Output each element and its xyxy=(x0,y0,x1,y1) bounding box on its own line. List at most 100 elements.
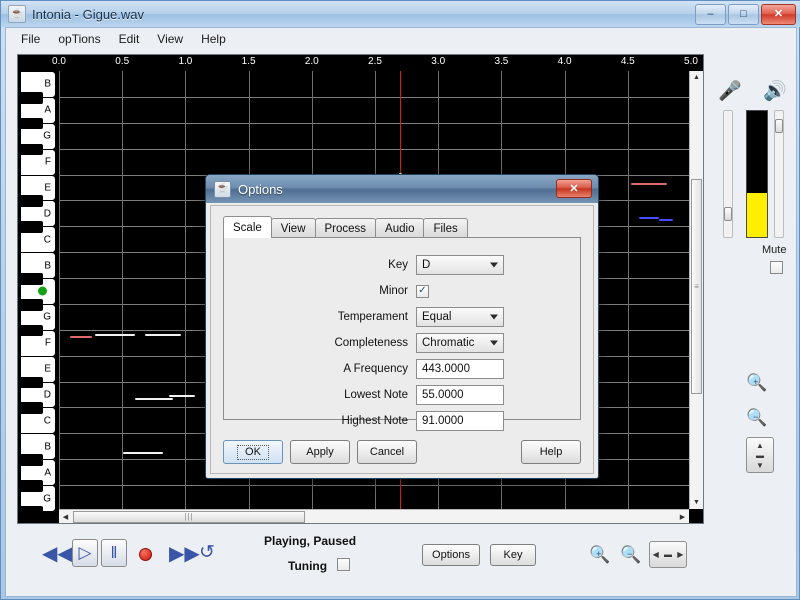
pitch-trace xyxy=(95,334,135,336)
ruler-tick: 4.5 xyxy=(620,56,635,67)
options-dialog[interactable]: ☕ Options ✕ Scale View Process Audio Fil… xyxy=(205,174,599,479)
piano-key-black[interactable] xyxy=(20,506,43,518)
zoom-in-icon[interactable]: 🔍+ xyxy=(746,374,772,391)
piano-key-black[interactable] xyxy=(20,91,43,104)
ruler-tick: 0.0 xyxy=(52,56,66,67)
piano-key-black[interactable] xyxy=(20,273,43,285)
tab-audio[interactable]: Audio xyxy=(375,218,425,238)
window-titlebar: ☕ Intonia - Gigue.wav – □ ✕ xyxy=(1,1,800,27)
fit-right-arrow: ▶ xyxy=(677,550,684,559)
highest-note-input[interactable]: 91.0000 xyxy=(416,411,504,431)
piano-key-black[interactable] xyxy=(20,195,43,208)
tab-view[interactable]: View xyxy=(270,218,316,238)
piano-key-label: A xyxy=(44,104,51,116)
apply-button[interactable]: Apply xyxy=(290,440,350,464)
zoom-out-icon-horizontal[interactable]: 🔍− xyxy=(620,546,646,563)
piano-key-black[interactable] xyxy=(20,480,43,492)
key-value: D xyxy=(422,259,431,271)
dialog-close-button[interactable]: ✕ xyxy=(556,179,592,198)
piano-key-black[interactable] xyxy=(20,221,43,233)
piano-key-black[interactable] xyxy=(20,298,43,311)
piano-key-black[interactable] xyxy=(20,402,43,415)
tab-scale[interactable]: Scale xyxy=(223,216,272,238)
piano-key-black[interactable] xyxy=(20,117,43,130)
rewind-button[interactable]: ◀◀ xyxy=(42,544,73,564)
menu-options[interactable]: opTions xyxy=(49,31,109,47)
piano-key-black[interactable] xyxy=(20,376,43,389)
minimize-button[interactable]: – xyxy=(695,4,726,25)
vertical-scroll-thumb[interactable]: ≡ xyxy=(691,179,702,394)
ruler-tick: 5.0 xyxy=(684,56,698,67)
temperament-label: Temperament xyxy=(337,311,408,323)
tuning-checkbox[interactable] xyxy=(337,558,350,571)
menu-edit[interactable]: Edit xyxy=(110,31,149,47)
close-icon: ✕ xyxy=(773,8,784,20)
piano-key-black[interactable] xyxy=(20,324,43,337)
fit-vertical-icon[interactable]: ▲ ▬ ▼ xyxy=(746,437,774,473)
piano-key-black[interactable] xyxy=(20,454,43,466)
piano-key-label: D xyxy=(43,389,51,401)
field-row-lowest-note: Lowest Note 55.0000 xyxy=(224,385,580,405)
vertical-scrollbar[interactable]: ▲ ≡ ▼ xyxy=(689,71,703,509)
scroll-down-arrow[interactable]: ▼ xyxy=(690,496,703,509)
scale-tab-panel: Key D Minor ✓ Temperament Equal Complete… xyxy=(223,237,581,431)
pitch-trace xyxy=(145,334,181,336)
piano-keyboard[interactable]: B A G F E D C B G F E D C B A G xyxy=(18,71,58,523)
dialog-title: Options xyxy=(238,181,283,197)
completeness-label: Completeness xyxy=(334,337,408,349)
mic-slider-thumb[interactable] xyxy=(724,207,732,221)
java-coffee-cup-icon: ☕ xyxy=(8,5,26,23)
pause-button[interactable]: ‖ xyxy=(101,539,127,567)
key-select[interactable]: D xyxy=(416,255,504,275)
minor-label: Minor xyxy=(379,285,408,297)
pitch-trace xyxy=(631,183,667,185)
cancel-button[interactable]: Cancel xyxy=(357,440,417,464)
completeness-select[interactable]: Chromatic xyxy=(416,333,504,353)
scroll-left-arrow[interactable]: ◀ xyxy=(59,510,72,523)
window-title: Intonia - Gigue.wav xyxy=(32,6,145,22)
lowest-note-input[interactable]: 55.0000 xyxy=(416,385,504,405)
menu-help[interactable]: Help xyxy=(192,31,235,47)
a-frequency-label: A Frequency xyxy=(343,363,408,375)
window-frame: ☕ Intonia - Gigue.wav – □ ✕ File opTions xyxy=(0,0,800,600)
zoom-out-icon[interactable]: 🔍− xyxy=(746,409,772,426)
grid-line-horizontal xyxy=(59,485,689,486)
field-row-temperament: Temperament Equal xyxy=(224,307,580,327)
scroll-up-arrow[interactable]: ▲ xyxy=(690,71,703,84)
scroll-right-arrow[interactable]: ▶ xyxy=(676,510,689,523)
mute-checkbox[interactable] xyxy=(770,261,783,274)
temperament-select[interactable]: Equal xyxy=(416,307,504,327)
piano-key-label: B xyxy=(44,260,51,272)
menu-view[interactable]: View xyxy=(148,31,192,47)
horizontal-scrollbar[interactable]: ◀ ||| ▶ xyxy=(59,509,689,523)
loop-button[interactable]: ↺ xyxy=(199,543,215,562)
minor-checkbox[interactable]: ✓ xyxy=(416,284,429,298)
output-slider-thumb[interactable] xyxy=(775,119,783,133)
zoom-in-icon-horizontal[interactable]: 🔍+ xyxy=(589,546,615,563)
ok-button[interactable]: OK xyxy=(223,440,283,464)
piano-key-black[interactable] xyxy=(20,143,43,156)
grid-line-vertical xyxy=(59,71,60,509)
piano-key-label: D xyxy=(43,208,51,220)
menu-file[interactable]: File xyxy=(12,31,49,47)
options-button[interactable]: Options xyxy=(422,544,480,566)
ruler-tick: 0.5 xyxy=(115,56,130,67)
help-button[interactable]: Help xyxy=(521,440,581,464)
close-button[interactable]: ✕ xyxy=(761,4,796,25)
record-button[interactable] xyxy=(139,548,152,561)
tab-process[interactable]: Process xyxy=(314,218,377,238)
a-frequency-input[interactable]: 443.0000 xyxy=(416,359,504,379)
output-level-slider[interactable] xyxy=(774,110,784,238)
fit-horizontal-icon[interactable]: ◀ ▬ ▶ xyxy=(649,541,687,568)
play-button[interactable]: ▷ xyxy=(72,539,98,567)
ruler-tick: 2.5 xyxy=(368,56,382,67)
grid-line-horizontal xyxy=(59,149,689,150)
forward-button[interactable]: ▶▶ xyxy=(169,544,200,564)
pitch-trace xyxy=(70,336,92,338)
maximize-button[interactable]: □ xyxy=(728,4,759,25)
ruler-tick: 2.0 xyxy=(304,56,319,67)
horizontal-scroll-thumb[interactable]: ||| xyxy=(73,510,305,523)
tab-files[interactable]: Files xyxy=(423,218,468,238)
mic-level-slider[interactable] xyxy=(723,110,733,238)
key-button[interactable]: Key xyxy=(490,544,536,566)
